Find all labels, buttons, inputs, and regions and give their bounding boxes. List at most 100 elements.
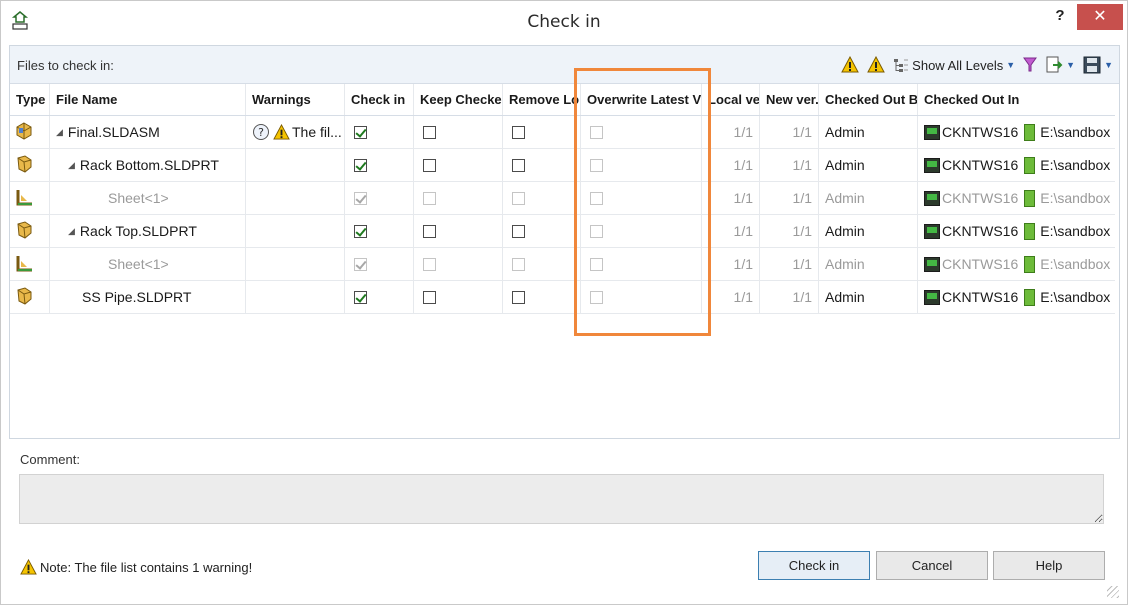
local-version-cell: 1/1 <box>702 182 760 214</box>
new-version-cell: 1/1 <box>760 149 819 181</box>
warnings-cell[interactable] <box>246 215 345 247</box>
expand-tree-icon[interactable]: ◢ <box>56 127 63 138</box>
computer-name: CKNTWS16 <box>942 223 1019 239</box>
cancel-button[interactable]: Cancel <box>876 551 988 580</box>
column-header-new-version[interactable]: New ver. <box>760 84 819 115</box>
resize-grip[interactable] <box>1107 586 1119 598</box>
warnings-cell[interactable] <box>246 149 345 181</box>
remove-local-copy-checkbox[interactable] <box>512 224 525 238</box>
remove-local-copy-checkbox[interactable] <box>512 125 525 139</box>
folder-icon <box>1024 222 1036 240</box>
check-in-cell <box>345 182 414 214</box>
checked-out-in-cell: CKNTWS16 E:\sandbox <box>918 281 1115 313</box>
file-name-cell[interactable]: ◢ Rack Bottom.SLDPRT <box>50 149 246 181</box>
file-name-cell[interactable]: ◢ Rack Top.SLDPRT <box>50 215 246 247</box>
overwrite-latest-cell <box>581 215 702 247</box>
warning-note-text: Note: The file list contains 1 warning! <box>40 559 253 575</box>
computer-name: CKNTWS16 <box>942 157 1019 173</box>
checked-out-in-cell: CKNTWS16 E:\sandbox <box>918 248 1115 280</box>
warning-icon <box>20 559 37 575</box>
files-panel: Files to check in: Show All Levels ▼ ▼ ▼… <box>9 45 1120 439</box>
check-in-checkbox[interactable] <box>354 125 367 139</box>
check-in-checkbox[interactable] <box>354 290 367 304</box>
computer-name: CKNTWS16 <box>942 289 1019 305</box>
help-icon[interactable]: ? <box>1049 7 1071 29</box>
column-header-checked-out-by[interactable]: Checked Out By <box>819 84 918 115</box>
check-in-checkbox[interactable] <box>354 224 367 238</box>
show-all-levels-dropdown[interactable]: Show All Levels ▼ <box>893 54 1015 76</box>
local-version-cell: 1/1 <box>702 281 760 313</box>
title-bar: Check in ? ✕ <box>1 1 1127 43</box>
overwrite-latest-version-checkbox <box>590 224 603 238</box>
expand-tree-icon[interactable]: ◢ <box>68 226 75 237</box>
local-folder-path: E:\sandbox <box>1040 190 1111 206</box>
export-dropdown[interactable]: ▼ <box>1045 54 1075 76</box>
save-dropdown[interactable]: ▼ <box>1083 54 1113 76</box>
checked-out-by-cell: Admin <box>819 215 918 247</box>
file-name-cell[interactable]: Sheet<1> <box>50 182 246 214</box>
chevron-down-icon: ▼ <box>1066 60 1076 70</box>
table-row[interactable]: Sheet<1> 1/1 1/1 Admin CKNTWS16 E:\sandbox <box>10 248 1115 281</box>
folder-icon <box>1024 123 1036 141</box>
file-name: SS Pipe.SLDPRT <box>82 289 192 305</box>
column-header-overwrite-latest-version[interactable]: Overwrite Latest Ve... <box>581 84 702 115</box>
warning-note: Note: The file list contains 1 warning! <box>20 559 252 575</box>
keep-checked-out-cell <box>414 149 503 181</box>
overwrite-latest-version-checkbox <box>590 257 603 271</box>
computer-name: CKNTWS16 <box>942 256 1019 272</box>
files-toolbar: Show All Levels ▼ ▼ ▼ <box>841 54 1113 76</box>
table-row[interactable]: ◢ Rack Top.SLDPRT 1/1 1/1 Admin CKNTWS16 E:\sa… <box>10 215 1115 248</box>
local-folder-path: E:\sandbox <box>1040 223 1111 239</box>
local-folder-path: E:\sandbox <box>1040 256 1111 272</box>
column-header-remove-local[interactable]: Remove Lo... <box>503 84 581 115</box>
table-row[interactable]: ◢ Final.SLDASM? The fil... 1/1 1/1 Admin CKNTW… <box>10 116 1115 149</box>
check-in-button[interactable]: Check in <box>758 551 870 580</box>
column-header-warnings[interactable]: Warnings <box>246 84 345 115</box>
close-button[interactable]: ✕ <box>1077 4 1123 30</box>
keep-checked-out-checkbox <box>423 191 436 205</box>
computer-icon <box>924 223 940 239</box>
file-name-cell[interactable]: ◢ Final.SLDASM <box>50 116 246 148</box>
column-header-type[interactable]: Type <box>10 84 50 115</box>
keep-checked-out-checkbox[interactable] <box>423 290 436 304</box>
computer-icon <box>924 124 940 140</box>
warnings-cell[interactable]: ? The fil... <box>246 116 345 148</box>
warning-filter-icon[interactable] <box>841 56 860 74</box>
filter-icon[interactable] <box>1023 57 1038 73</box>
comment-input[interactable] <box>19 474 1104 524</box>
warning-text: The fil... <box>292 124 342 140</box>
column-header-keep-checked-out[interactable]: Keep Checke... <box>414 84 503 115</box>
file-type-cell <box>10 182 50 214</box>
keep-checked-out-checkbox[interactable] <box>423 158 436 172</box>
table-row[interactable]: SS Pipe.SLDPRT 1/1 1/1 Admin CKNTWS16 E:\sand… <box>10 281 1115 314</box>
remove-local-copy-checkbox <box>512 257 525 271</box>
help-button[interactable]: Help <box>993 551 1105 580</box>
keep-checked-out-cell <box>414 281 503 313</box>
new-version-cell: 1/1 <box>760 116 819 148</box>
keep-checked-out-checkbox[interactable] <box>423 224 436 238</box>
question-icon[interactable]: ? <box>252 123 270 141</box>
overwrite-latest-version-checkbox <box>590 191 603 205</box>
column-header-file-name[interactable]: File Name <box>50 84 246 115</box>
expand-tree-icon[interactable]: ◢ <box>68 160 75 171</box>
check-in-checkbox[interactable] <box>354 158 367 172</box>
remove-local-cell <box>503 248 581 280</box>
table-row[interactable]: Sheet<1> 1/1 1/1 Admin CKNTWS16 E:\sandbox <box>10 182 1115 215</box>
file-name-cell[interactable]: SS Pipe.SLDPRT <box>50 281 246 313</box>
remove-local-copy-checkbox[interactable] <box>512 290 525 304</box>
keep-checked-out-checkbox[interactable] <box>423 125 436 139</box>
warnings-cell[interactable] <box>246 182 345 214</box>
warning-next-icon[interactable] <box>867 56 886 74</box>
table-row[interactable]: ◢ Rack Bottom.SLDPRT 1/1 1/1 Admin CKNTWS16 E:… <box>10 149 1115 182</box>
file-type-cell <box>10 116 50 148</box>
warnings-cell[interactable] <box>246 248 345 280</box>
warnings-cell[interactable] <box>246 281 345 313</box>
remove-local-copy-checkbox[interactable] <box>512 158 525 172</box>
keep-checked-out-cell <box>414 182 503 214</box>
keep-checked-out-cell <box>414 215 503 247</box>
checked-out-by-cell: Admin <box>819 149 918 181</box>
column-header-check-in[interactable]: Check in <box>345 84 414 115</box>
file-name-cell[interactable]: Sheet<1> <box>50 248 246 280</box>
column-header-local-version[interactable]: Local ver. <box>702 84 760 115</box>
column-header-checked-out-in[interactable]: Checked Out In <box>918 84 1115 115</box>
